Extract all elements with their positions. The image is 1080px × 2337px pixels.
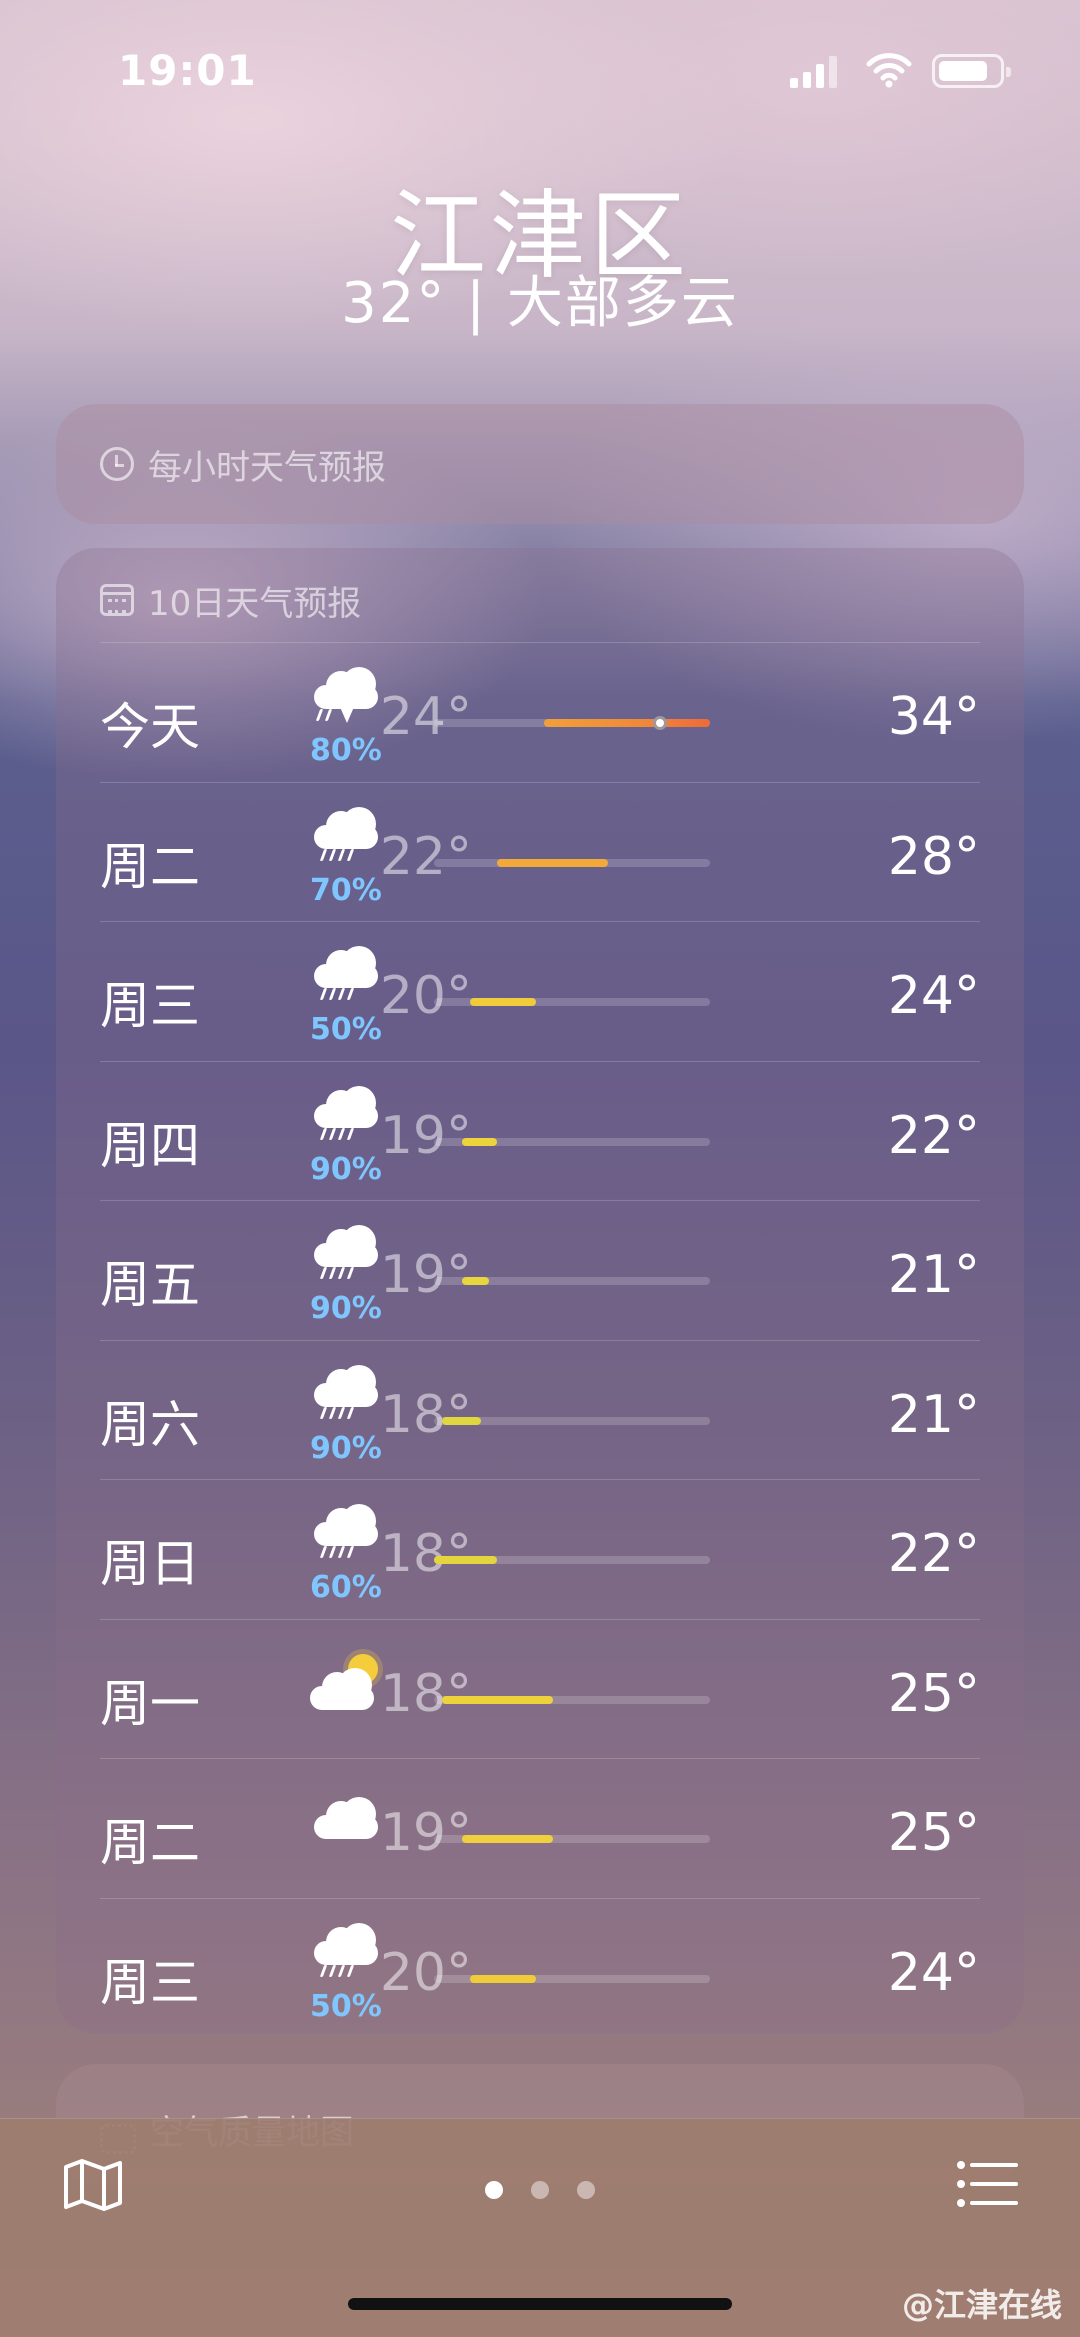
- forecast-row[interactable]: 周五 90% 19° 21°: [100, 1200, 980, 1340]
- high-temperature: 28°: [887, 826, 980, 887]
- high-temperature: 25°: [887, 1803, 980, 1863]
- battery-icon: [932, 54, 1011, 88]
- high-temperature: 34°: [887, 687, 980, 747]
- forecast-row[interactable]: 周二 70% 22° 28°: [100, 781, 980, 922]
- temperature-range-bar: [461, 1277, 490, 1285]
- temperature-range-track: [434, 858, 710, 867]
- low-temperature: 18°: [379, 1524, 472, 1584]
- page-dot-3[interactable]: [577, 2181, 595, 2199]
- high-temperature: 22°: [887, 1524, 980, 1584]
- forecast-row[interactable]: 周日 60% 18° 22°: [100, 1479, 980, 1619]
- forecast-row[interactable]: 周六 90% 18° 21°: [100, 1339, 980, 1480]
- high-temperature: 24°: [887, 966, 980, 1026]
- low-temperature: 19°: [379, 1245, 472, 1305]
- temperature-range-track: [434, 1416, 710, 1425]
- watermark: @江津在线: [901, 2286, 1062, 2324]
- forecast-rows: 今天 80% 24° 34° 周二 70% 22° 28° 周三 50% 20° 24° 周四 90% 19…: [100, 642, 980, 2034]
- temperature-range-track: [434, 716, 710, 730]
- page-indicator[interactable]: [0, 2181, 1080, 2199]
- forecast-day: 今天: [100, 698, 200, 756]
- forecast-day: 周三: [100, 977, 200, 1035]
- forecast-day: 周一: [100, 1674, 200, 1733]
- temperature-range-track: [434, 1277, 710, 1285]
- hourly-forecast-card[interactable]: 每小时天气预报: [56, 404, 1024, 524]
- low-temperature: 18°: [379, 1663, 472, 1724]
- forecast-row[interactable]: 周四 90% 19° 22°: [100, 1060, 980, 1201]
- forecast-day: 周五: [100, 1256, 200, 1314]
- low-temperature: 18°: [379, 1384, 472, 1445]
- temperature-range-bar: [469, 998, 537, 1006]
- temperature-range-track: [434, 998, 710, 1006]
- forecast-day: 周四: [100, 1116, 200, 1175]
- hourly-forecast-title: 每小时天气预报: [148, 447, 386, 488]
- page-dot-1[interactable]: [485, 2181, 503, 2199]
- forecast-day: 周日: [100, 1535, 200, 1593]
- forecast-day: 周二: [100, 837, 200, 896]
- temperature-range-bar: [544, 719, 710, 727]
- high-temperature: 24°: [887, 1942, 980, 2003]
- high-temperature: 21°: [887, 1245, 980, 1305]
- status-bar: 19:01: [0, 0, 1080, 140]
- page-dot-2[interactable]: [531, 2181, 549, 2199]
- temperature-range-track: [434, 1974, 710, 1983]
- temperature-range-bar: [434, 1556, 498, 1564]
- forecast-row[interactable]: 今天 80% 24° 34°: [100, 642, 980, 782]
- list-icon[interactable]: [956, 2159, 1018, 2209]
- ten-day-forecast-title: 10日天气预报: [148, 583, 362, 624]
- temperature-range-bar: [461, 1137, 498, 1146]
- low-temperature: 24°: [379, 687, 472, 747]
- hourly-forecast-header: 每小时天气预报: [56, 404, 1024, 524]
- temperature-range-track: [434, 1695, 710, 1704]
- forecast-row[interactable]: 周三 50% 20° 24°: [100, 921, 980, 1061]
- ten-day-forecast-card[interactable]: 10日天气预报 今天 80% 24° 34° 周二 70% 22° 28° 周三 50% 20° 24…: [56, 548, 1024, 2034]
- ten-day-forecast-header: 10日天气预报: [56, 548, 1024, 644]
- clock-icon: [100, 447, 134, 481]
- low-temperature: 19°: [379, 1803, 472, 1863]
- temperature-range-track: [434, 1137, 710, 1146]
- high-temperature: 22°: [887, 1105, 980, 1166]
- temperature-range-track: [434, 1556, 710, 1564]
- calendar-icon: [100, 584, 134, 616]
- low-temperature: 20°: [379, 966, 472, 1026]
- temperature-range-bar: [442, 1416, 481, 1425]
- temperature-range-track: [434, 1835, 710, 1843]
- forecast-day: 周二: [100, 1814, 200, 1872]
- temperature-range-bar: [461, 1835, 553, 1843]
- forecast-day: 周三: [100, 1953, 200, 2012]
- forecast-row[interactable]: 周三 50% 20° 24°: [100, 1897, 980, 2035]
- forecast-day: 周六: [100, 1395, 200, 1454]
- forecast-row[interactable]: 周一 18° 25°: [100, 1618, 980, 1759]
- low-temperature: 19°: [379, 1105, 472, 1166]
- wifi-icon: [866, 53, 912, 88]
- current-temperature-marker: [653, 716, 668, 730]
- home-indicator[interactable]: [348, 2298, 732, 2310]
- status-time: 19:01: [118, 46, 257, 95]
- temperature-range-bar: [442, 1695, 553, 1704]
- low-temperature: 22°: [379, 826, 472, 887]
- temperature-range-bar: [469, 1974, 537, 1983]
- forecast-row[interactable]: 周二 19° 25°: [100, 1758, 980, 1898]
- temperature-range-bar: [497, 858, 608, 867]
- low-temperature: 20°: [379, 1942, 472, 2003]
- high-temperature: 21°: [887, 1384, 980, 1445]
- current-conditions: 32° | 大部多云: [341, 271, 739, 336]
- cellular-signal-icon: [790, 56, 837, 88]
- high-temperature: 25°: [887, 1663, 980, 1724]
